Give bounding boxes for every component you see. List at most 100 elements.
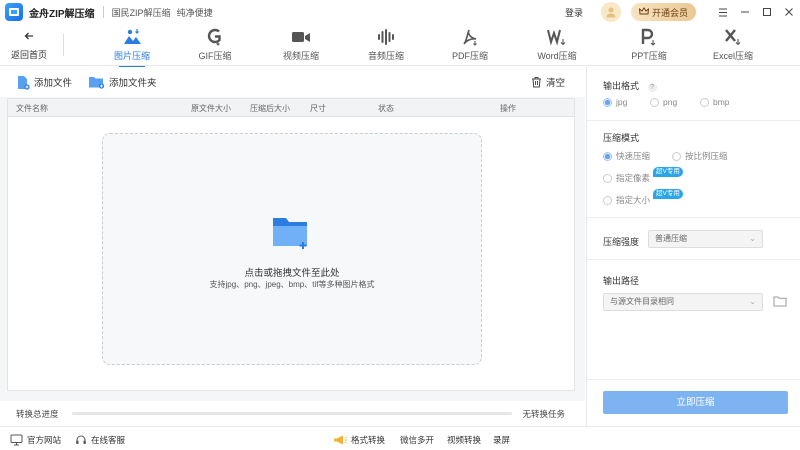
video-icon <box>266 26 336 48</box>
tab-audio-compress[interactable]: 音频压缩 <box>351 26 421 62</box>
divider <box>587 120 800 121</box>
add-folder-button[interactable]: 添加文件夹 <box>88 75 157 89</box>
chevron-down-icon: ⌄ <box>749 234 756 243</box>
monitor-icon <box>10 434 23 446</box>
add-file-icon <box>18 75 30 90</box>
add-folder-icon <box>89 77 105 89</box>
headset-icon <box>76 435 86 444</box>
footer-bar: 官方网站 在线客服 格式转换 微信多开 视频转换 录屏 <box>0 426 800 450</box>
trash-icon <box>531 77 541 88</box>
radio-mode-pixels[interactable]: 指定像素 <box>603 172 650 184</box>
app-title: 金舟ZIP解压缩 <box>29 8 95 20</box>
folder-icon[interactable] <box>773 295 787 309</box>
file-table: 文件名称 原文件大小 压缩后大小 尺寸 状态 操作 点击或拖拽文件至此处 支持j… <box>7 98 575 391</box>
column-header-original-size: 原文件大小 <box>191 104 231 113</box>
tab-word-compress[interactable]: Word压缩 <box>522 26 592 62</box>
folder-add-icon <box>271 214 313 252</box>
settings-panel: 输出格式 ? jpg png bmp 压缩模式 快速压缩 按比例压缩 指定像素 … <box>586 67 800 426</box>
file-actions-bar: 添加文件 添加文件夹 清空 <box>0 67 585 97</box>
progress-status: 无转换任务 <box>522 409 565 419</box>
output-format-label: 输出格式 <box>603 81 640 91</box>
progress-label: 转换总进度 <box>16 408 59 419</box>
avatar[interactable] <box>600 2 621 22</box>
tab-label: PDF压缩 <box>451 51 488 61</box>
crown-icon <box>638 6 650 18</box>
app-subtitle: 国民ZIP解压缩 <box>111 7 171 18</box>
output-format-section: 输出格式 ? <box>603 79 657 92</box>
drop-zone-title: 点击或拖拽文件至此处 <box>244 268 340 279</box>
tab-label: 音频压缩 <box>367 51 404 61</box>
megaphone-icon <box>334 435 347 445</box>
menu-icon[interactable] <box>712 0 734 24</box>
tab-pdf-compress[interactable]: PDF压缩 <box>435 26 505 62</box>
tab-video-compress[interactable]: 视频压缩 <box>266 26 336 62</box>
excel-icon <box>698 26 768 48</box>
login-link[interactable]: 登录 <box>565 6 583 19</box>
minimize-icon[interactable] <box>734 0 756 24</box>
radio-mode-ratio[interactable]: 按比例压缩 <box>672 150 728 162</box>
image-compress-icon <box>97 26 167 48</box>
back-home-label: 返回首页 <box>10 50 47 60</box>
video-convert-link[interactable]: 视频转换 <box>447 434 481 446</box>
clear-button[interactable]: 清空 <box>531 75 565 89</box>
tab-gif-compress[interactable]: GIF压缩 <box>180 26 250 62</box>
divider <box>587 259 800 260</box>
table-header: 文件名称 原文件大小 压缩后大小 尺寸 状态 操作 <box>8 99 574 117</box>
tab-ppt-compress[interactable]: PPT压缩 <box>614 26 684 62</box>
pdf-icon <box>435 26 505 48</box>
vip-only-badge: 超V专用 <box>653 189 683 199</box>
add-file-label: 添加文件 <box>34 78 73 89</box>
title-bar: 金舟ZIP解压缩 国民ZIP解压缩 纯净便捷 登录 开通会员 <box>0 0 800 24</box>
vip-button[interactable]: 开通会员 <box>630 3 696 21</box>
column-header-name: 文件名称 <box>16 104 48 113</box>
official-website-link[interactable]: 官方网站 <box>10 434 61 446</box>
maximize-icon[interactable] <box>756 0 778 24</box>
divider <box>587 379 800 380</box>
tab-image-compress[interactable]: 图片压缩 <box>97 26 167 68</box>
close-icon[interactable] <box>778 0 800 24</box>
tab-label: Excel压缩 <box>712 51 753 61</box>
output-path-select[interactable]: 与源文件目录相同 ⌄ <box>603 293 763 311</box>
progress-bar-area: 转换总进度 无转换任务 <box>0 401 585 426</box>
compress-strength-select[interactable]: 普通压缩 ⌄ <box>648 230 763 248</box>
app-logo <box>5 3 23 21</box>
main-panel: 添加文件 添加文件夹 清空 文件名称 原文件大小 压缩后大小 尺寸 状态 操作 … <box>0 67 585 426</box>
radio-mode-fast[interactable]: 快速压缩 <box>603 150 650 162</box>
word-icon <box>522 26 592 48</box>
tab-label: 图片压缩 <box>113 51 150 61</box>
arrow-left-icon <box>8 30 50 46</box>
clear-label: 清空 <box>545 78 565 89</box>
radio-format-jpg[interactable]: jpg <box>603 97 627 107</box>
divider <box>587 217 800 218</box>
add-file-button[interactable]: 添加文件 <box>16 75 72 90</box>
audio-icon <box>351 26 421 48</box>
column-header-dimensions: 尺寸 <box>310 104 326 113</box>
tab-label: 视频压缩 <box>282 51 319 61</box>
back-home-button[interactable]: 返回首页 <box>8 30 50 61</box>
radio-format-bmp[interactable]: bmp <box>700 97 730 107</box>
tab-excel-compress[interactable]: Excel压缩 <box>698 26 768 62</box>
compress-mode-label: 压缩模式 <box>603 133 640 143</box>
vip-label: 开通会员 <box>651 7 688 18</box>
radio-format-png[interactable]: png <box>650 97 677 107</box>
chevron-down-icon: ⌄ <box>749 297 756 306</box>
column-header-actions: 操作 <box>500 104 516 113</box>
online-service-link[interactable]: 在线客服 <box>75 434 125 446</box>
app-slogan: 纯净便捷 <box>176 7 213 18</box>
format-convert-link[interactable]: 格式转换 <box>333 434 385 446</box>
wechat-multi-link[interactable]: 微信多开 <box>400 434 434 446</box>
ppt-icon <box>614 26 684 48</box>
drop-zone[interactable]: 点击或拖拽文件至此处 支持jpg、png、jpeg、bmp、tif等多种图片格式 <box>102 133 482 365</box>
gif-icon <box>180 26 250 48</box>
start-compress-button[interactable]: 立即压缩 <box>603 391 788 414</box>
toolbar-divider <box>63 34 64 56</box>
output-path-label: 输出路径 <box>603 276 640 286</box>
radio-mode-size[interactable]: 指定大小 <box>603 194 650 206</box>
drop-zone-hint: 支持jpg、png、jpeg、bmp、tif等多种图片格式 <box>209 280 375 289</box>
add-folder-label: 添加文件夹 <box>109 78 157 89</box>
column-header-status: 状态 <box>378 104 394 113</box>
category-toolbar: 返回首页 图片压缩 GIF压缩 视频压缩 音频压缩 PDF压缩 Word压缩 P… <box>0 24 800 68</box>
help-icon[interactable]: ? <box>647 83 657 92</box>
vip-only-badge: 超V专用 <box>653 167 683 177</box>
screen-record-link[interactable]: 录屏 <box>493 434 510 446</box>
